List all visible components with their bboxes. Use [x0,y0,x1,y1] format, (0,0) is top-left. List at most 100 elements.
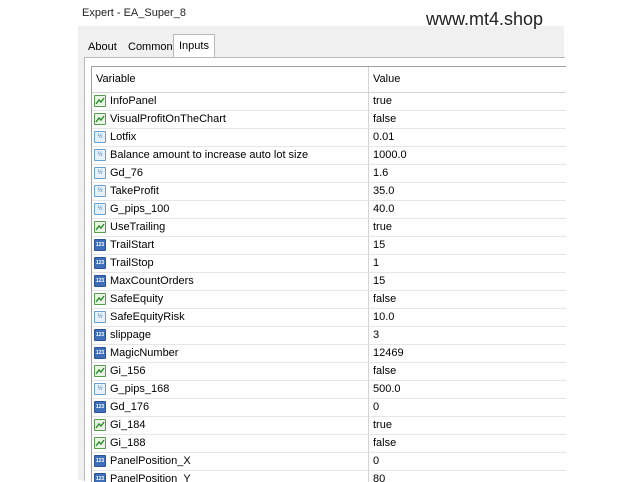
variable-value: 0 [373,401,380,413]
variable-value: 0 [373,455,380,467]
watermark-text: www.mt4.shop [426,9,544,29]
value-cell[interactable]: false [369,111,566,129]
variable-cell: 123 PanelPosition_Y [92,471,369,482]
bool-type-icon [94,437,106,449]
value-cell[interactable]: false [369,435,566,453]
variable-cell: ½ Gd_76 [92,165,369,183]
value-cell[interactable]: true [369,417,566,435]
variable-cell: ½ TakeProfit [92,183,369,201]
table-row[interactable]: 123 Gd_176 0 [92,399,566,417]
table-row[interactable]: 123 PanelPosition_Y 80 [92,471,566,482]
variable-name: Balance amount to increase auto lot size [110,149,309,161]
value-cell[interactable]: 1.6 [369,165,566,183]
table-row[interactable]: 123 TrailStart 15 [92,237,566,255]
variable-cell: SafeEquity [92,291,369,309]
bool-type-icon [94,419,106,431]
value-cell[interactable]: 15 [369,237,566,255]
bool-type-icon [94,221,106,233]
tab-about[interactable]: About [84,37,121,57]
variable-cell: 123 MagicNumber [92,345,369,363]
int-type-icon: 123 [94,329,106,341]
variable-cell: 123 TrailStop [92,255,369,273]
table-row[interactable]: SafeEquity false [92,291,566,309]
value-cell[interactable]: 0 [369,453,566,471]
value-cell[interactable]: 40.0 [369,201,566,219]
variable-cell: 123 PanelPosition_X [92,453,369,471]
variable-cell: 123 MaxCountOrders [92,273,369,291]
variable-name: InfoPanel [110,95,157,107]
variable-name: SafeEquityRisk [110,311,185,323]
variable-value: false [373,293,397,305]
variable-name: G_pips_168 [110,383,170,395]
tab-common[interactable]: Common [124,37,177,57]
value-cell[interactable]: false [369,363,566,381]
variable-value: true [373,419,392,431]
variable-value: 12469 [373,347,404,359]
double-type-icon: ½ [94,203,106,215]
table-row[interactable]: VisualProfitOnTheChart false [92,111,566,129]
table-row[interactable]: UseTrailing true [92,219,566,237]
double-type-icon: ½ [94,149,106,161]
table-row[interactable]: Gi_188 false [92,435,566,453]
value-cell[interactable]: 80 [369,471,566,482]
value-cell[interactable]: 1 [369,255,566,273]
variable-name: Gi_184 [110,419,146,431]
background-left [0,0,78,480]
table-row[interactable]: ½ Gd_76 1.6 [92,165,566,183]
variable-name: TrailStart [110,239,155,251]
int-type-icon: 123 [94,347,106,359]
int-type-icon: 123 [94,455,106,467]
table-row[interactable]: ½ Balance amount to increase auto lot siz… [92,147,566,165]
double-type-icon: ½ [94,185,106,197]
table-row[interactable]: ½ G_pips_100 40.0 [92,201,566,219]
int-type-icon: 123 [94,275,106,287]
value-cell[interactable]: 3 [369,327,566,345]
value-cell[interactable]: true [369,219,566,237]
header-value[interactable]: Value [369,67,566,93]
variable-cell: InfoPanel [92,93,369,111]
variable-cell: ½ G_pips_100 [92,201,369,219]
table-row[interactable]: ½ Lotfix 0.01 [92,129,566,147]
header-variable-label: Variable [96,73,136,85]
inputs-grid: Variable Value InfoPanel true VisualProfit… [91,66,566,482]
variable-cell: UseTrailing [92,219,369,237]
tab-inputs[interactable]: Inputs [173,34,215,59]
value-cell[interactable]: 12469 [369,345,566,363]
variable-cell: 123 Gd_176 [92,399,369,417]
variable-cell: 123 TrailStart [92,237,369,255]
header-variable[interactable]: Variable [92,67,369,93]
table-row[interactable]: Gi_184 true [92,417,566,435]
value-cell[interactable]: 35.0 [369,183,566,201]
table-row[interactable]: ½ TakeProfit 35.0 [92,183,566,201]
table-row[interactable]: 123 TrailStop 1 [92,255,566,273]
variable-value: false [373,113,397,125]
variable-value: 500.0 [373,383,401,395]
variable-value: 1.6 [373,167,389,179]
table-row[interactable]: 123 slippage 3 [92,327,566,345]
variable-value: 3 [373,329,380,341]
value-cell[interactable]: 0 [369,399,566,417]
value-cell[interactable]: 0.01 [369,129,566,147]
value-cell[interactable]: 500.0 [369,381,566,399]
value-cell[interactable]: 1000.0 [369,147,566,165]
variable-name: Lotfix [110,131,137,143]
table-row[interactable]: InfoPanel true [92,93,566,111]
window-title: Expert - EA_Super_8 [82,7,186,19]
value-cell[interactable]: 15 [369,273,566,291]
variable-value: 35.0 [373,185,395,197]
table-row[interactable]: 123 PanelPosition_X 0 [92,453,566,471]
variable-name: Gd_76 [110,167,144,179]
value-cell[interactable]: 10.0 [369,309,566,327]
grid-header: Variable Value [92,67,566,93]
table-row[interactable]: 123 MaxCountOrders 15 [92,273,566,291]
value-cell[interactable]: true [369,93,566,111]
header-value-label: Value [373,73,401,85]
variable-name: TakeProfit [110,185,159,197]
table-row[interactable]: 123 MagicNumber 12469 [92,345,566,363]
table-row[interactable]: ½ G_pips_168 500.0 [92,381,566,399]
table-row[interactable]: ½ SafeEquityRisk 10.0 [92,309,566,327]
value-cell[interactable]: false [369,291,566,309]
variable-name: MagicNumber [110,347,179,359]
table-row[interactable]: Gi_156 false [92,363,566,381]
variable-name: PanelPosition_Y [110,473,191,482]
